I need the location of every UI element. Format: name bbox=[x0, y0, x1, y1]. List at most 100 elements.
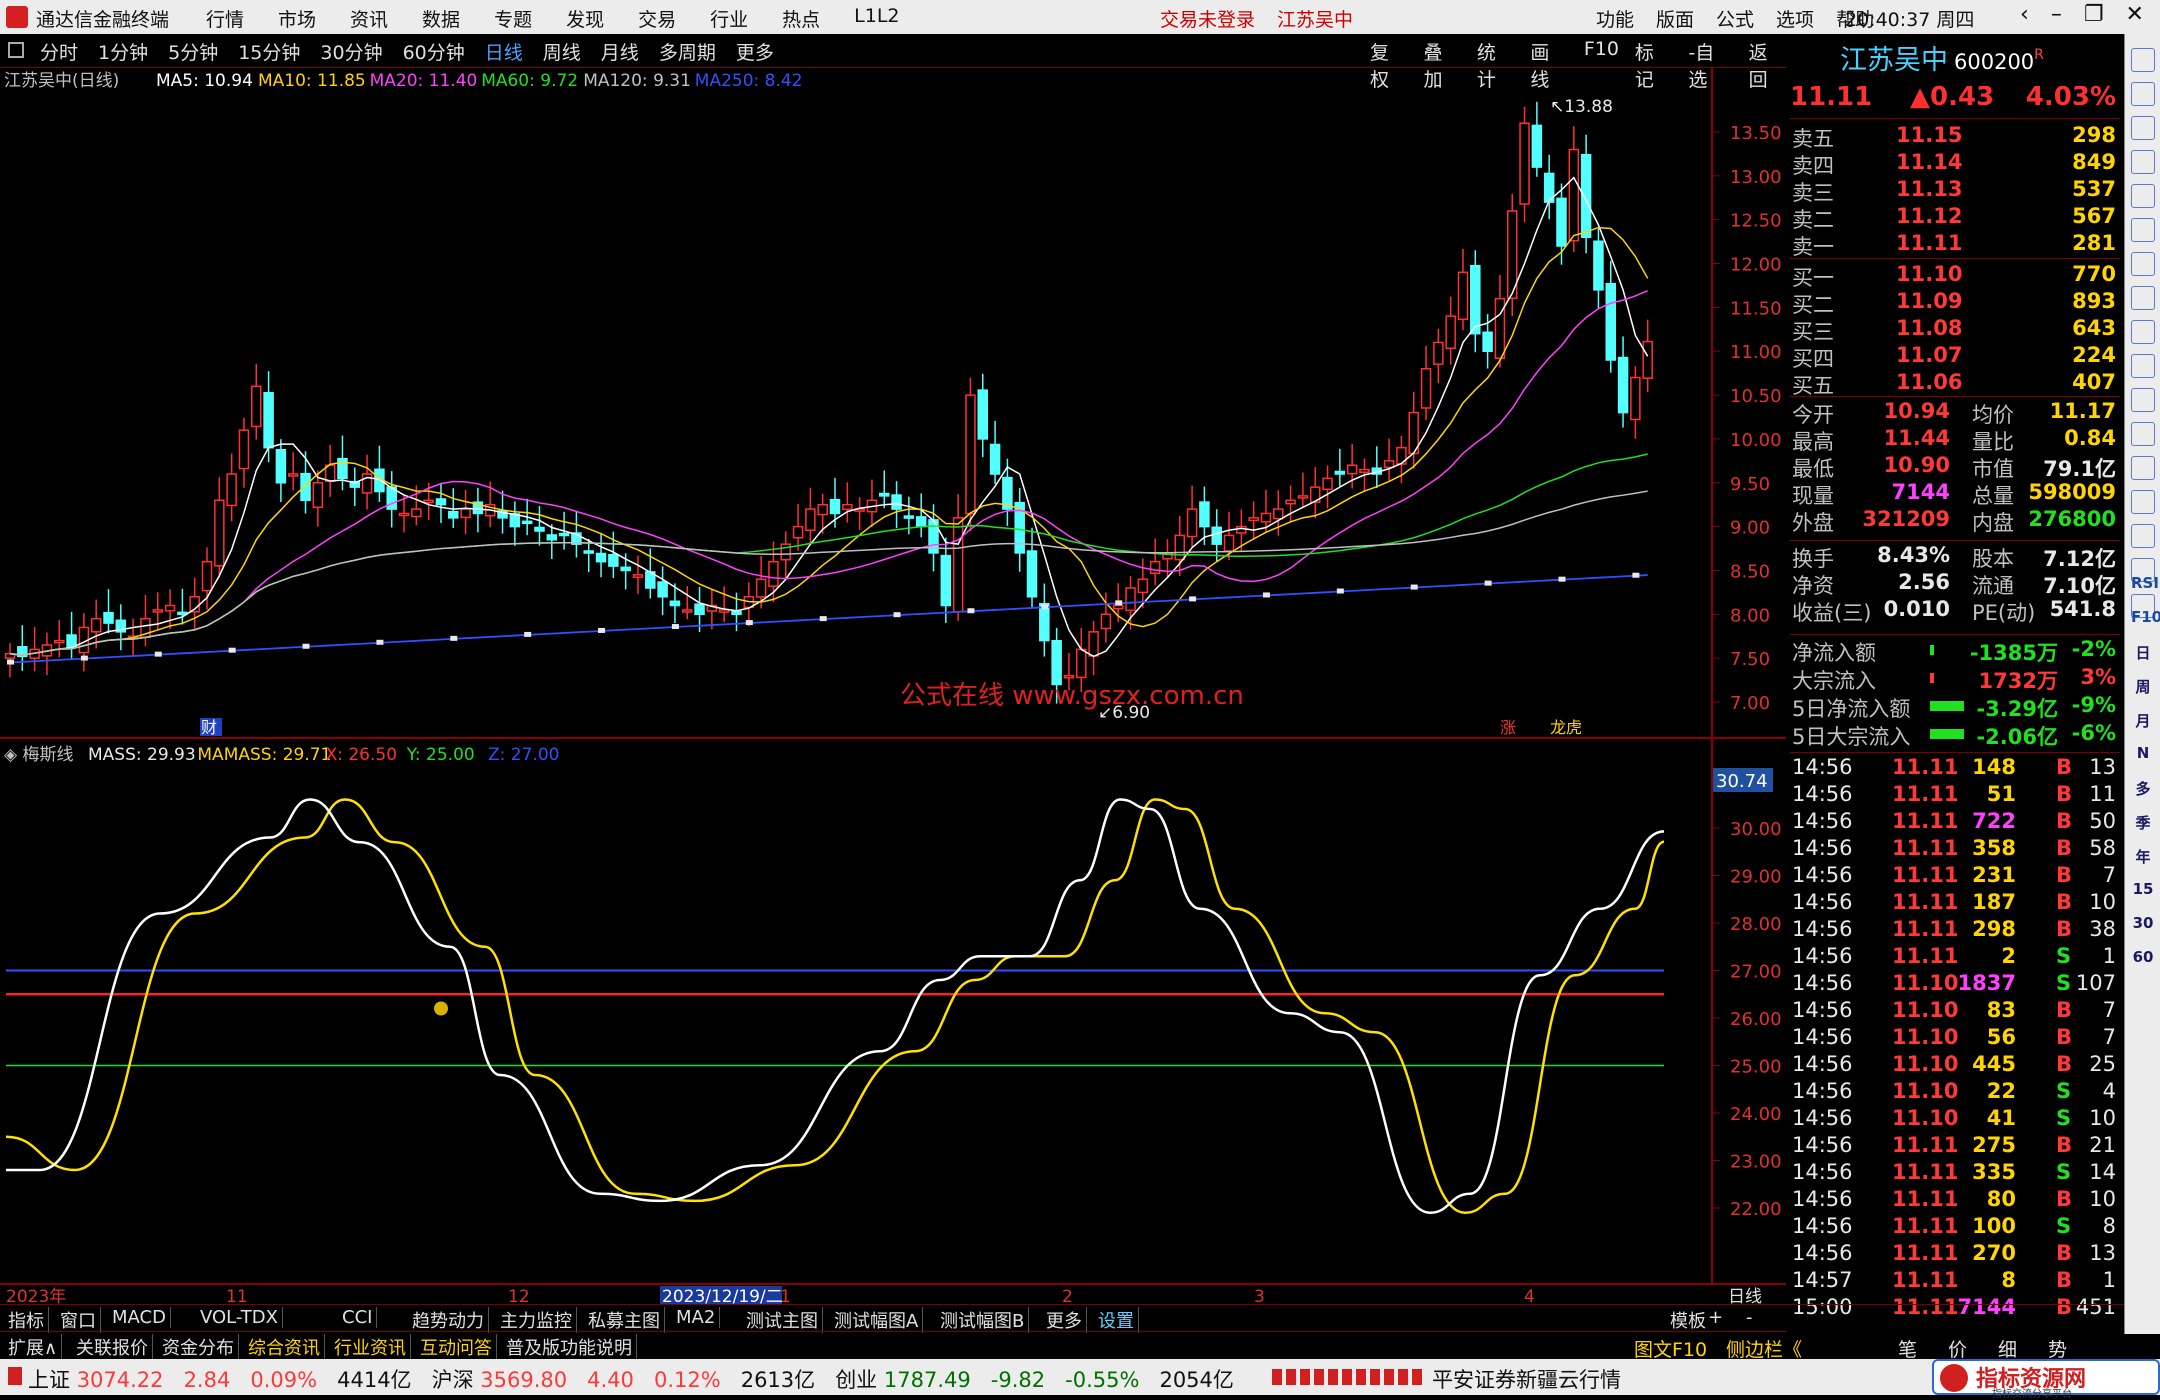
bid-row[interactable]: 买五 11.06 407 bbox=[1790, 370, 2120, 398]
indicator-tab[interactable]: 主力监控 bbox=[496, 1307, 577, 1333]
period-tab[interactable]: 更多 bbox=[736, 38, 774, 65]
period-tab[interactable]: 15分钟 bbox=[238, 38, 300, 65]
indicator-tab[interactable]: 测试幅图A bbox=[830, 1307, 924, 1333]
sidebar-tool-icon[interactable] bbox=[2131, 354, 2155, 378]
period-tab[interactable]: 多周期 bbox=[659, 38, 716, 65]
side-tab[interactable]: 价 bbox=[1948, 1335, 1967, 1362]
bid-row[interactable]: 买二 11.09 893 bbox=[1790, 289, 2120, 317]
tabs-right-button[interactable]: + bbox=[1708, 1307, 1723, 1328]
index-sz-name[interactable]: 沪深 bbox=[432, 1368, 474, 1392]
menu-item[interactable]: 热点 bbox=[782, 5, 820, 32]
menu-item[interactable]: 数据 bbox=[422, 5, 460, 32]
period-tab[interactable]: 60分钟 bbox=[403, 38, 465, 65]
sidebar-tool-icon[interactable] bbox=[2131, 422, 2155, 446]
ask-row[interactable]: 卖三 11.13 537 bbox=[1790, 177, 2120, 205]
ask-row[interactable]: 卖五 11.15 298 bbox=[1790, 123, 2120, 151]
sidebar-tool-icon[interactable] bbox=[2131, 388, 2155, 412]
menu-item[interactable]: 发现 bbox=[566, 5, 604, 32]
kline-chart[interactable]: 江苏吴中(日线) MA5: 10.94 MA10: 11.85 MA20: 11.40… bbox=[0, 68, 1786, 1304]
indicator-tab[interactable]: 更多 bbox=[1042, 1307, 1087, 1333]
sidebar-item[interactable]: 季 bbox=[2131, 812, 2155, 836]
side-tab[interactable]: 图文F10 bbox=[1634, 1335, 1707, 1362]
sidebar-tool-icon[interactable] bbox=[2131, 218, 2155, 242]
menu-layout[interactable]: 版面 bbox=[1656, 5, 1694, 32]
menu-item[interactable]: 交易 bbox=[638, 5, 676, 32]
sidebar-tool-icon[interactable] bbox=[2131, 286, 2155, 310]
period-tab[interactable]: 分时 bbox=[40, 38, 78, 65]
menu-formula[interactable]: 公式 bbox=[1716, 5, 1754, 32]
indicator-tab[interactable]: 测试主图 bbox=[742, 1307, 823, 1333]
menu-item[interactable]: 市场 bbox=[278, 5, 316, 32]
period-tab[interactable]: 日线 bbox=[485, 38, 523, 65]
ask-row[interactable]: 卖一 11.11 281 bbox=[1790, 231, 2120, 259]
tabs-right-button[interactable]: - bbox=[1746, 1307, 1753, 1328]
menu-item[interactable]: 专题 bbox=[494, 5, 532, 32]
restore-icon[interactable]: ❐ bbox=[2084, 2, 2104, 27]
extension-tab[interactable]: 行业资讯 bbox=[330, 1334, 411, 1360]
extension-tab[interactable]: 互动问答 bbox=[416, 1334, 497, 1360]
menu-options[interactable]: 选项 bbox=[1776, 5, 1814, 32]
sidebar-tool-icon[interactable] bbox=[2131, 320, 2155, 344]
sidebar-tool-icon[interactable] bbox=[2131, 150, 2155, 174]
side-tab[interactable]: 势 bbox=[2048, 1335, 2067, 1362]
extension-tab[interactable]: 综合资讯 bbox=[244, 1334, 325, 1360]
sidebar-item[interactable]: 15 bbox=[2131, 880, 2155, 904]
sidebar-item[interactable]: 30 bbox=[2131, 914, 2155, 938]
indicator-tab[interactable]: 窗口 bbox=[56, 1307, 101, 1333]
menu-item[interactable]: 行情 bbox=[206, 5, 244, 32]
extension-tab[interactable]: 扩展∧ bbox=[4, 1334, 63, 1360]
sidebar-tool-icon[interactable] bbox=[2131, 490, 2155, 514]
sidebar-item[interactable]: 60 bbox=[2131, 948, 2155, 972]
panel-toggle-icon[interactable] bbox=[8, 42, 24, 58]
index-sh-name[interactable]: 上证 bbox=[28, 1368, 70, 1392]
indicator-tab[interactable]: CCI bbox=[338, 1307, 378, 1328]
ask-row[interactable]: 卖四 11.14 849 bbox=[1790, 150, 2120, 178]
sidebar-item[interactable]: 周 bbox=[2131, 676, 2155, 700]
sidebar-tool-icon[interactable] bbox=[2131, 82, 2155, 106]
sidebar-item[interactable]: RSI bbox=[2131, 574, 2159, 598]
indicator-tab[interactable]: 测试幅图B bbox=[936, 1307, 1030, 1333]
indicator-tab[interactable]: 设置 bbox=[1094, 1307, 1139, 1333]
sidebar-tool-icon[interactable] bbox=[2131, 456, 2155, 480]
period-tab[interactable]: 月线 bbox=[601, 38, 639, 65]
sidebar-tool-icon[interactable] bbox=[2131, 48, 2155, 72]
period-tab[interactable]: 周线 bbox=[543, 38, 581, 65]
menu-function[interactable]: 功能 bbox=[1596, 5, 1634, 32]
extension-tab[interactable]: 普及版功能说明 bbox=[502, 1334, 637, 1360]
bid-row[interactable]: 买三 11.08 643 bbox=[1790, 316, 2120, 344]
period-tab[interactable]: 1分钟 bbox=[98, 38, 148, 65]
back-icon[interactable]: ‹ bbox=[2020, 2, 2029, 27]
bid-row[interactable]: 买四 11.07 224 bbox=[1790, 343, 2120, 371]
menu-item[interactable]: 行业 bbox=[710, 5, 748, 32]
side-tab[interactable]: 细 bbox=[1998, 1335, 2017, 1362]
bid-row[interactable]: 买一 11.10 770 bbox=[1790, 262, 2120, 290]
period-tab[interactable]: 30分钟 bbox=[320, 38, 382, 65]
side-tab[interactable]: 笔 bbox=[1898, 1335, 1917, 1362]
tabs-right-button[interactable]: 模板 bbox=[1670, 1307, 1706, 1333]
sidebar-item[interactable]: 年 bbox=[2131, 846, 2155, 870]
sidebar-tool-icon[interactable] bbox=[2131, 524, 2155, 548]
ask-row[interactable]: 卖二 11.12 567 bbox=[1790, 204, 2120, 232]
extension-tab[interactable]: 资金分布 bbox=[158, 1334, 239, 1360]
sidebar-item[interactable]: N bbox=[2131, 744, 2155, 768]
indicator-tab[interactable]: MA2 bbox=[672, 1307, 721, 1328]
sidebar-item[interactable]: 多 bbox=[2131, 778, 2155, 802]
period-tab[interactable]: 5分钟 bbox=[168, 38, 218, 65]
indicator-tab[interactable]: MACD bbox=[108, 1307, 171, 1328]
indicator-tab[interactable]: 趋势动力 bbox=[408, 1307, 489, 1333]
sidebar-tool-icon[interactable] bbox=[2131, 116, 2155, 140]
tick-list[interactable]: 14:56 11.11 148 B 13 14:56 11.11 51 B 11 14:56 11.1… bbox=[1790, 752, 2120, 1322]
menu-item[interactable]: L1L2 bbox=[854, 5, 899, 32]
indicator-tab[interactable]: 私募主图 bbox=[584, 1307, 665, 1333]
side-tab[interactable]: 侧边栏《 bbox=[1726, 1335, 1802, 1362]
indicator-tab[interactable]: 指标 bbox=[4, 1307, 49, 1333]
indicator-tab[interactable]: VOL-TDX bbox=[196, 1307, 283, 1328]
trade-login-status[interactable]: 交易未登录 bbox=[1160, 5, 1255, 32]
close-icon[interactable]: ✕ bbox=[2126, 2, 2144, 27]
sidebar-tool-icon[interactable] bbox=[2131, 184, 2155, 208]
menu-item[interactable]: 资讯 bbox=[350, 5, 388, 32]
sidebar-item[interactable]: F10 bbox=[2131, 608, 2160, 632]
index-cy-name[interactable]: 创业 bbox=[835, 1368, 877, 1392]
minimize-icon[interactable]: – bbox=[2051, 2, 2062, 27]
sidebar-tool-icon[interactable] bbox=[2131, 252, 2155, 276]
